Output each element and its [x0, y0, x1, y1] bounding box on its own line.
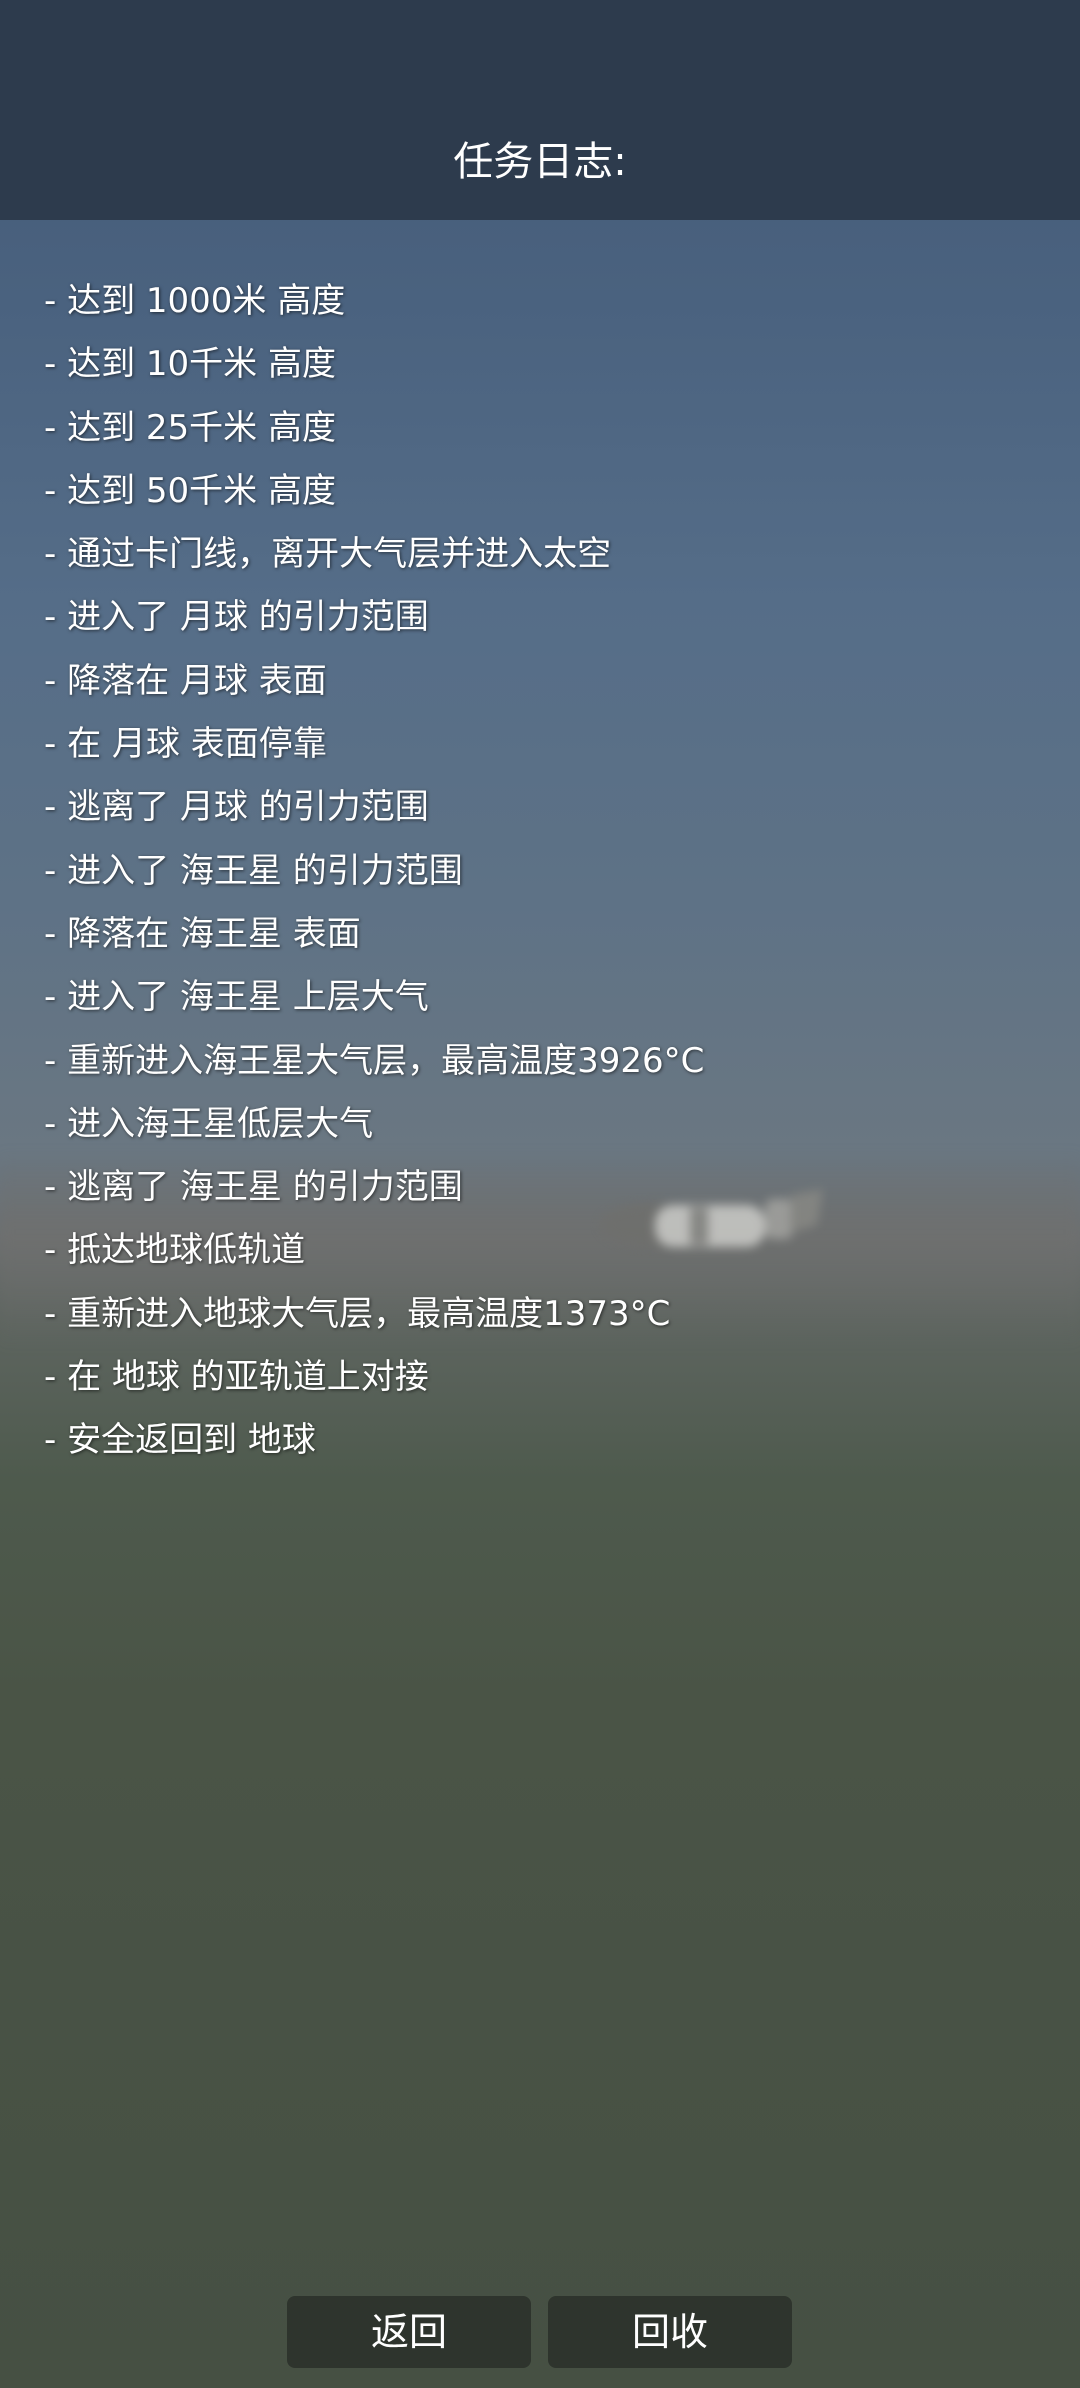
mission-log-list: - 达到 1000米 高度 - 达到 10千米 高度 - 达到 25千米 高度 … — [44, 270, 704, 1473]
log-entry: - 进入了 海王星 的引力范围 — [44, 850, 463, 891]
log-entry: - 安全返回到 地球 — [44, 1420, 316, 1461]
log-entry: - 达到 50千米 高度 — [44, 470, 336, 511]
log-entry: - 进入海王星低层大气 — [44, 1103, 374, 1144]
page-title: 任务日志: — [453, 139, 627, 185]
log-entry: - 逃离了 海王星 的引力范围 — [44, 1167, 463, 1208]
log-entry: - 在 地球 的亚轨道上对接 — [44, 1357, 429, 1398]
log-entry: - 重新进入地球大气层，最高温度1373°C — [44, 1293, 671, 1334]
header-bar: 任务日志: — [0, 0, 1080, 220]
log-entry: - 逃离了 月球 的引力范围 — [44, 787, 429, 828]
back-button[interactable]: 返回 — [287, 2296, 531, 2368]
log-entry: - 降落在 月球 表面 — [44, 660, 327, 701]
log-entry: - 达到 25千米 高度 — [44, 407, 336, 448]
log-entry: - 通过卡门线，离开大气层并进入太空 — [44, 534, 612, 575]
log-entry: - 降落在 海王星 表面 — [44, 913, 361, 954]
log-entry: - 在 月球 表面停靠 — [44, 724, 327, 765]
log-entry: - 重新进入海王星大气层，最高温度3926°C — [44, 1040, 705, 1081]
log-entry: - 抵达地球低轨道 — [44, 1230, 306, 1271]
log-entry: - 进入了 月球 的引力范围 — [44, 597, 429, 638]
log-entry: - 达到 10千米 高度 — [44, 344, 336, 385]
recover-button[interactable]: 回收 — [548, 2296, 792, 2368]
log-entry: - 进入了 海王星 上层大气 — [44, 977, 429, 1018]
log-entry: - 达到 1000米 高度 — [44, 281, 346, 321]
